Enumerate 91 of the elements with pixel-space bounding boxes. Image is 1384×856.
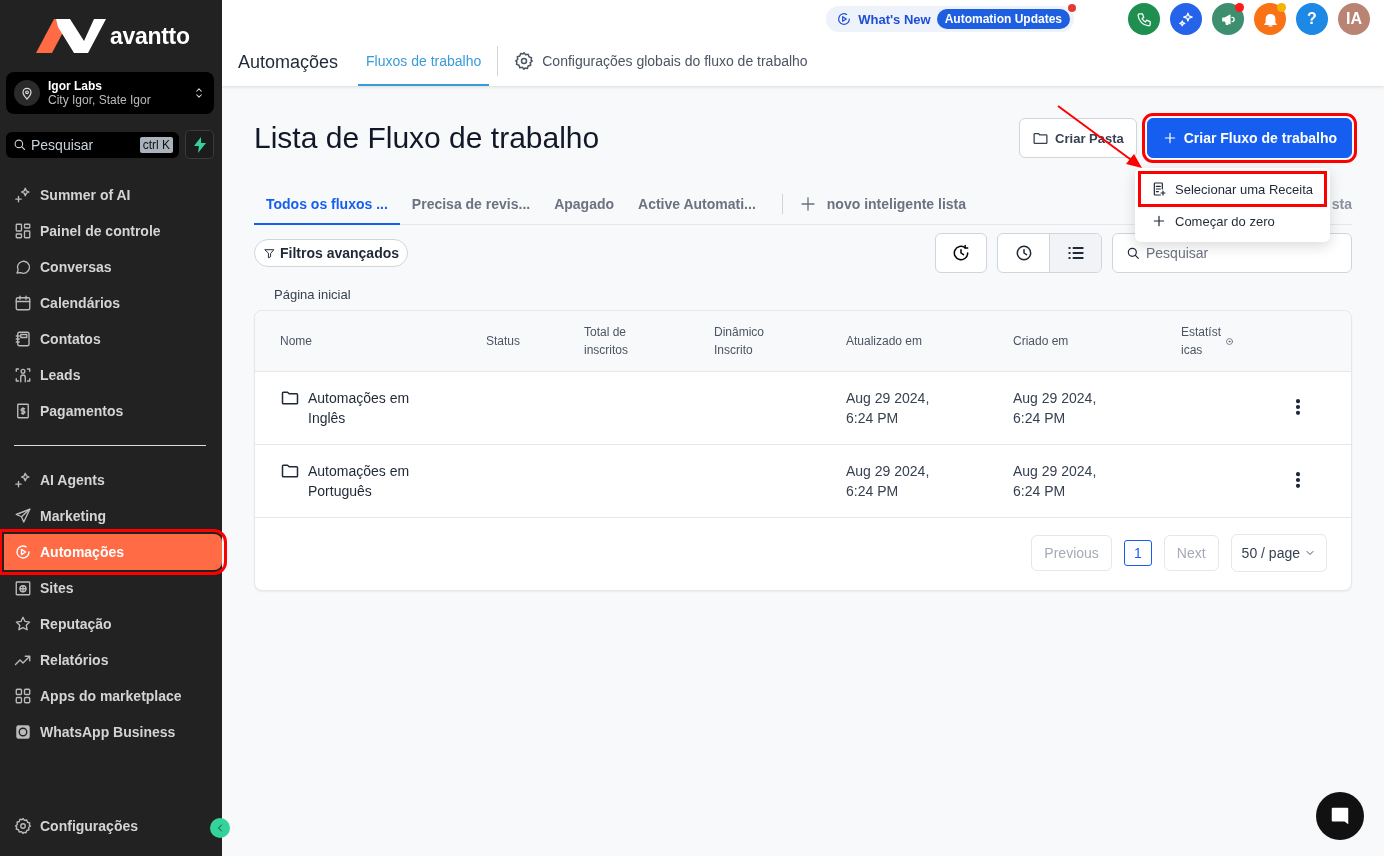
column-header: Nome [280,333,312,350]
globe-icon [14,579,32,597]
search-icon [1125,245,1141,261]
sparkle-icon [14,186,32,204]
sidebar-item[interactable]: Apps do marketplace [0,678,222,714]
sparkle-icon [1177,10,1195,28]
sidebar-item[interactable]: Conversas [0,249,222,285]
sidebar-item[interactable]: WhatsApp Business [0,714,222,750]
paper-plane-icon [14,507,32,525]
folder-icon [280,461,300,481]
whats-new-label: What's New [858,11,931,27]
play-circle-icon [836,11,853,27]
table-cell-text: Aug 29 2024, 6:24 PM [846,389,931,428]
history-button[interactable] [935,233,987,273]
folder-name[interactable]: Automações em Português [308,461,428,501]
sidebar-item[interactable]: Leads [0,357,222,393]
grid-icon [14,687,32,705]
play-circle-icon [14,543,32,561]
table-cell-text: Aug 29 2024, 6:24 PM [846,462,931,501]
people-icon [14,366,32,384]
menu-item[interactable]: Começar do zero [1141,206,1324,236]
quick-action-button[interactable] [185,130,214,159]
sidebar-item[interactable]: Relatórios [0,642,222,678]
sparkle-icon [14,471,32,489]
folder-icon [280,388,300,408]
star-icon [14,615,32,633]
updates-badge: Automation Updates [936,9,1070,29]
filter-icon [263,246,276,260]
whats-new-pill[interactable]: What's New Automation Updates [826,6,1074,32]
sparkle-button[interactable] [1170,3,1202,35]
account-switcher[interactable]: Igor Labs City Igor, State Igor [6,72,214,114]
phone-button[interactable] [1128,3,1160,35]
plus-icon [1151,213,1167,229]
list-tab[interactable]: Todos os fluxos ... [254,184,400,225]
document-plus-icon [1151,181,1167,197]
sidebar-item[interactable]: Contatos [0,321,222,357]
view-toggle[interactable] [1049,234,1101,272]
info-icon [1225,336,1234,346]
notebook-icon [14,330,32,348]
page-title: Automações [238,51,339,73]
help-button[interactable]: ? [1296,3,1328,35]
gear-icon [514,51,535,71]
column-header: Total de inscritos [584,324,629,359]
collapse-button[interactable] [210,818,230,838]
sidebar-item[interactable]: Reputação [0,606,222,642]
advanced-filters-button[interactable]: Filtros avançados [254,239,409,267]
list-tab[interactable]: Active Automati... [626,184,768,225]
account-name: Igor Labs [48,79,103,93]
sidebar-item[interactable]: Marketing [0,498,222,534]
lightning-icon [193,136,206,153]
clock-refresh-icon [951,243,971,263]
gear-icon [14,817,32,835]
sidebar-item[interactable]: Summer of AI [0,177,222,213]
page-size-select[interactable]: 50 / page [1230,534,1327,572]
chat-button[interactable] [1316,792,1364,840]
folder-name[interactable]: Automações em Inglês [308,388,428,428]
chat-bubble-icon [14,258,32,276]
phone-icon [1135,10,1153,28]
column-header: Criado em [1013,333,1069,350]
table-cell-text: Aug 29 2024, 6:24 PM [1013,462,1098,501]
column-header: Dinâmico Inscrito [714,324,765,359]
sidebar-item[interactable]: AI Agents [0,462,222,498]
breadcrumb: Página inicial [274,287,352,302]
list-title: Lista de Fluxo de trabalho [254,121,601,155]
new-list-button[interactable]: novo inteligente lista [790,184,967,224]
receipt-icon [14,402,32,420]
chat-icon [14,723,32,741]
grid-icon [14,222,32,240]
list-tab[interactable]: Precisa de revis... [399,184,543,225]
chat-bubble-icon [1329,805,1351,827]
calendar-icon [14,294,32,312]
sidebar-item[interactable]: Pagamentos [0,393,222,429]
logo-text: avantto [110,22,190,50]
column-header: Estatísticas [1181,324,1221,359]
account-location: City Igor, State Igor [48,93,152,107]
table-cell-text: Aug 29 2024, 6:24 PM [1013,389,1098,428]
sidebar-item[interactable]: Calendários [0,285,222,321]
logo-mark [36,19,106,53]
sidebar-item[interactable]: Configurações [0,808,146,844]
sidebar-item[interactable]: Painel de controle [0,213,222,249]
sidebar-item[interactable]: Sites [0,570,222,606]
column-header: Atualizado em [846,333,923,350]
list-tab[interactable]: Apagado [542,184,627,225]
bell-button[interactable] [1254,3,1286,35]
page-number[interactable]: 1 [1123,540,1152,566]
location-pin-icon [19,85,35,101]
menu-item[interactable]: Selecionar uma Receita [1141,174,1324,204]
plus-icon [798,195,817,213]
megaphone-button[interactable] [1212,3,1244,35]
header-tab[interactable]: Configurações globais do fluxo de trabalho [506,38,816,86]
column-header: Status [486,333,521,350]
